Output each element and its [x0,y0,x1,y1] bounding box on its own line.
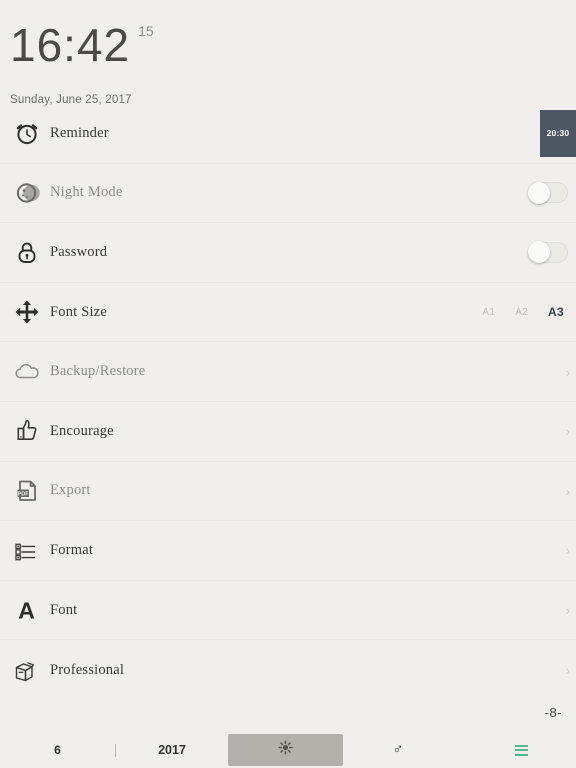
page-indicator: -8- [544,705,562,720]
clock-header: 16:42 15 Sunday, June 25, 2017 [0,0,576,108]
list-format-icon [10,533,44,567]
settings-row-reminder[interactable]: Reminder 20:30 [0,104,576,164]
settings-row-control: 20:30 [540,104,576,163]
settings-row-format[interactable]: Format › [0,521,576,581]
thumbs-up-icon [10,414,44,448]
settings-row-night-mode[interactable]: Night Mode [0,164,576,224]
hamburger-menu-icon[interactable] [515,744,528,756]
reminder-time-badge[interactable]: 20:30 [540,109,576,157]
settings-row-label: Font [50,601,78,618]
settings-row-backup-restore[interactable]: Backup/Restore › [0,342,576,402]
clock-row: 16:42 15 [10,22,576,78]
move-arrows-icon [10,295,44,329]
clock-time: 16:42 [10,19,131,71]
settings-row-encourage[interactable]: Encourage › [0,402,576,462]
chevron-right-icon: › [565,602,570,619]
settings-row-label: Encourage [50,422,114,439]
settings-row-label: Format [50,541,94,558]
settings-row-label: Backup/Restore [50,363,146,380]
settings-row-control [528,223,576,282]
settings-row-export[interactable]: PDF Export › [0,462,576,522]
toggle-knob [528,241,550,264]
settings-row-control: › [565,342,576,401]
package-box-icon [10,653,44,687]
moon-icon [10,176,44,210]
letter-a-icon: A [10,593,44,627]
settings-row-password[interactable]: Password [0,223,576,283]
chevron-right-icon: › [565,363,570,380]
settings-row-control: › [565,462,576,521]
settings-row-label: Export [50,482,91,499]
night-mode-toggle[interactable] [528,181,568,204]
month-button[interactable]: 6 [0,732,115,768]
settings-row-control: › [565,521,576,580]
password-toggle[interactable] [528,241,568,264]
font-size-option-a3[interactable]: A3 [548,305,564,319]
settings-row-label: Night Mode [50,184,123,201]
settings-row-label: Professional [50,661,125,678]
settings-row-control [528,164,576,223]
settings-row-control: A1 A2 A3 [482,283,576,342]
settings-row-control: › [565,640,576,700]
year-button[interactable]: 2017 [116,732,228,768]
bottom-toolbar: 6 2017 ♂ [0,732,576,768]
pdf-file-icon: PDF [10,474,44,508]
settings-active-button[interactable] [228,734,343,766]
settings-row-label: Reminder [50,124,109,141]
font-size-options: A1 A2 A3 [482,305,564,319]
toggle-knob [528,181,550,204]
settings-row-control: › [565,581,576,640]
toolbar-tail: ♂ [343,742,576,759]
settings-row-font[interactable]: A Font › [0,581,576,641]
settings-row-control: › [565,402,576,461]
settings-row-professional[interactable]: Professional › [0,640,576,700]
chevron-right-icon: › [565,482,570,499]
chevron-right-icon: › [565,423,570,440]
padlock-icon [10,235,44,269]
gender-symbol-button[interactable]: ♂ [343,742,453,759]
settings-row-label: Password [50,243,108,260]
cloud-icon [10,355,44,389]
settings-row-label: Font Size [50,303,107,320]
svg-text:PDF: PDF [18,491,29,497]
clock-seconds: 15 [138,23,154,39]
sun-settings-icon [278,740,293,760]
settings-row-font-size[interactable]: Font Size A1 A2 A3 [0,283,576,343]
font-size-option-a1[interactable]: A1 [482,307,495,318]
font-size-option-a2[interactable]: A2 [515,307,528,318]
chevron-right-icon: › [565,542,570,559]
chevron-right-icon: › [565,662,570,679]
settings-list: Reminder 20:30 Night Mode Password Font … [0,104,576,700]
alarm-clock-icon [10,116,44,150]
svg-text:A: A [18,598,35,624]
